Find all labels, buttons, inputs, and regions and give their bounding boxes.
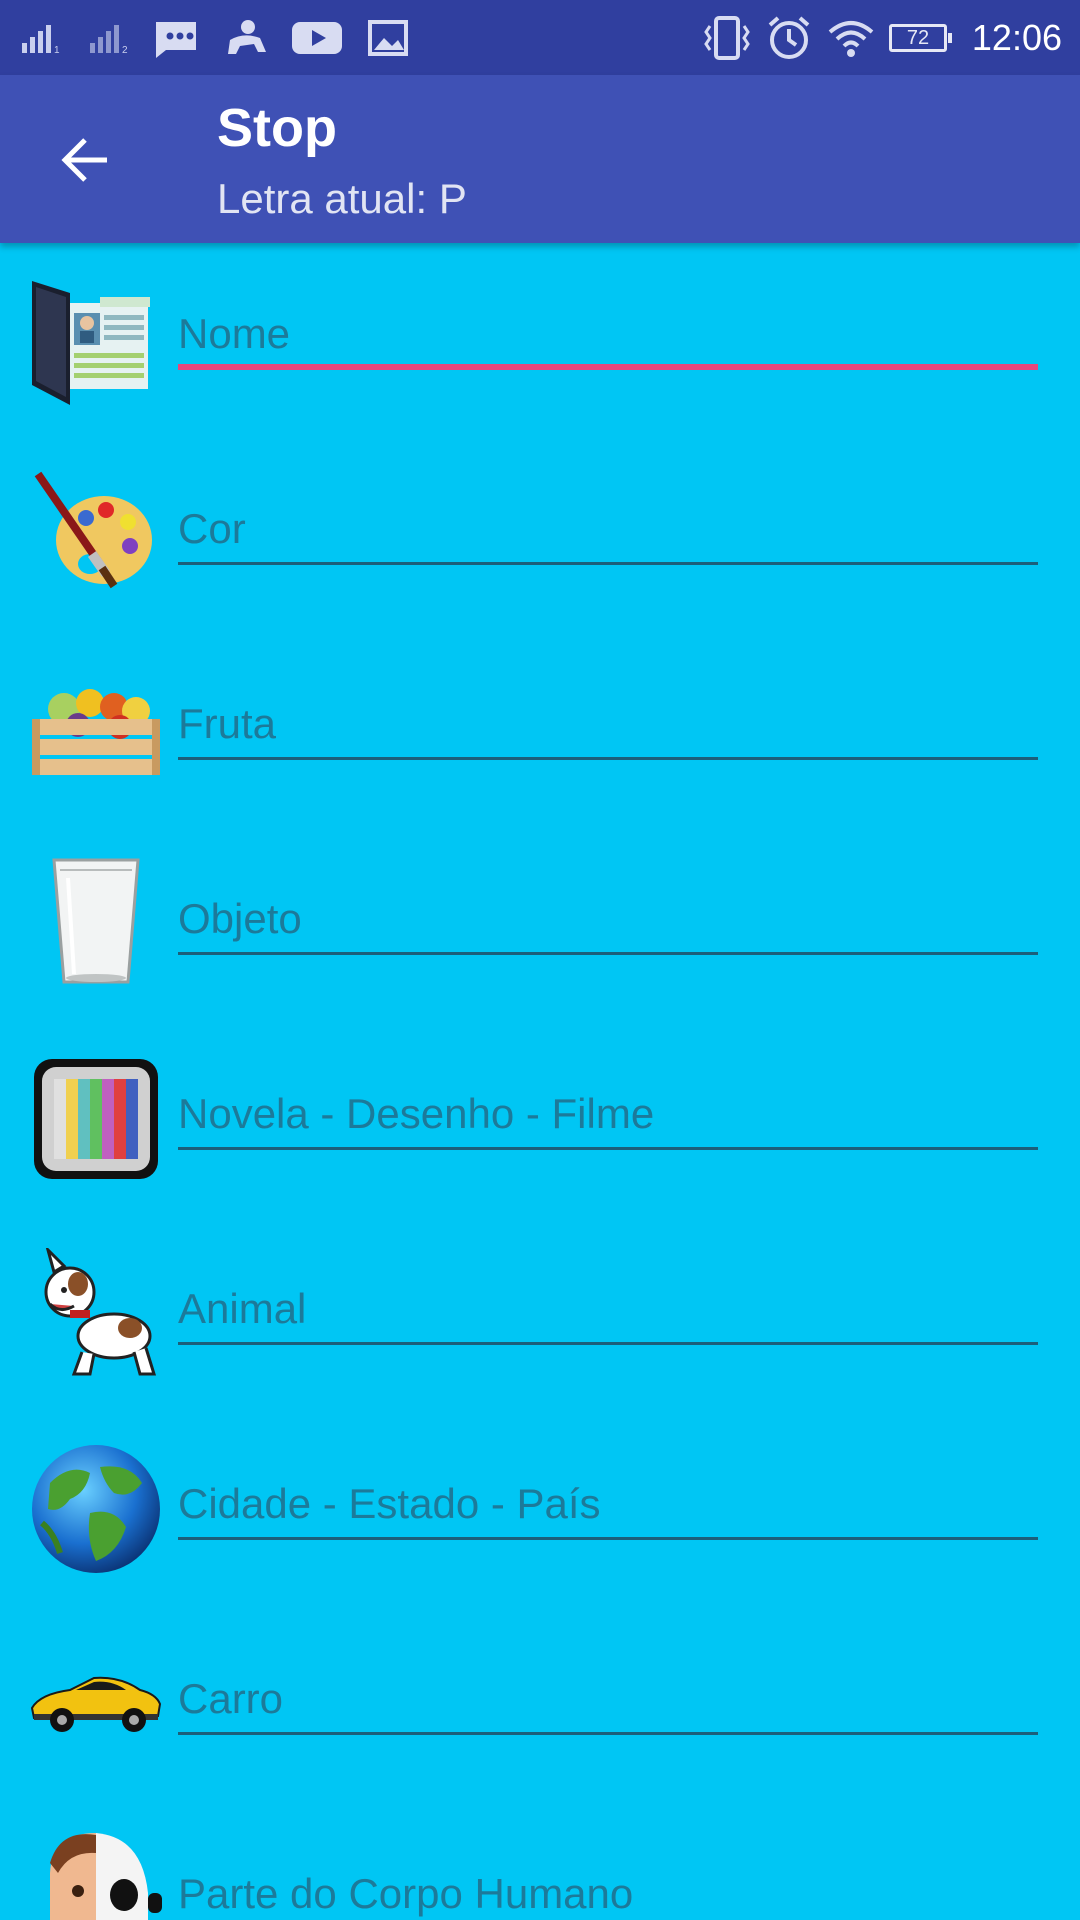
form-row-carro — [0, 1608, 1080, 1803]
back-button[interactable] — [40, 115, 130, 205]
signal-2-icon: 2 — [90, 14, 132, 62]
city-input[interactable] — [178, 1474, 1038, 1534]
form-row-novela — [0, 1023, 1080, 1218]
form-row-animal — [0, 1218, 1080, 1413]
animal-input[interactable] — [178, 1279, 1038, 1339]
object-input[interactable] — [178, 889, 1038, 949]
app-bar: Stop Letra atual: P — [0, 75, 1080, 243]
body-part-field[interactable] — [178, 1864, 1038, 1920]
fruit-input[interactable] — [178, 694, 1038, 754]
color-field[interactable] — [178, 499, 1038, 565]
show-field[interactable] — [178, 1084, 1038, 1150]
car-input[interactable] — [178, 1669, 1038, 1729]
image-icon — [368, 14, 408, 62]
baby-icon — [220, 14, 272, 62]
car-icon — [30, 1638, 162, 1770]
form-row-fruta — [0, 633, 1080, 828]
form-row-objeto — [0, 828, 1080, 1023]
tv-icon — [30, 1053, 162, 1185]
object-field[interactable] — [178, 889, 1038, 955]
youtube-icon — [292, 14, 342, 62]
globe-icon — [30, 1443, 162, 1575]
battery-icon: 72 — [889, 24, 952, 52]
human-body-icon — [30, 1833, 162, 1920]
signal-1-icon: 1 — [22, 14, 64, 62]
body-part-input[interactable] — [178, 1864, 1038, 1920]
clock: 12:06 — [971, 17, 1062, 58]
status-bar: 1 2 72 12:06 — [0, 0, 1080, 75]
fruit-crate-icon — [30, 663, 162, 795]
message-icon — [148, 14, 200, 62]
animal-field[interactable] — [178, 1279, 1038, 1345]
fruit-field[interactable] — [178, 694, 1038, 760]
svg-text:2: 2 — [122, 45, 128, 53]
glass-icon — [30, 858, 162, 990]
current-letter-subtitle: Letra atual: P — [217, 175, 467, 222]
car-field[interactable] — [178, 1669, 1038, 1735]
svg-text:1: 1 — [54, 45, 60, 53]
form-row-cor — [0, 438, 1080, 633]
form-row-cidade — [0, 1413, 1080, 1608]
color-input[interactable] — [178, 499, 1038, 559]
arrow-back-icon — [61, 138, 107, 182]
dog-icon — [30, 1248, 162, 1380]
name-field[interactable] — [178, 304, 1038, 370]
id-folder-icon — [30, 273, 162, 405]
wifi-icon — [828, 14, 874, 62]
city-field[interactable] — [178, 1474, 1038, 1540]
paint-palette-icon — [30, 468, 162, 600]
name-input[interactable] — [178, 304, 1038, 364]
page-title: Stop — [217, 98, 337, 158]
battery-level: 72 — [906, 27, 930, 49]
vibrate-icon — [702, 14, 752, 62]
form-row-nome — [0, 243, 1080, 438]
show-input[interactable] — [178, 1084, 1038, 1144]
form-row-corpo — [0, 1803, 1080, 1920]
alarm-icon — [766, 14, 812, 62]
